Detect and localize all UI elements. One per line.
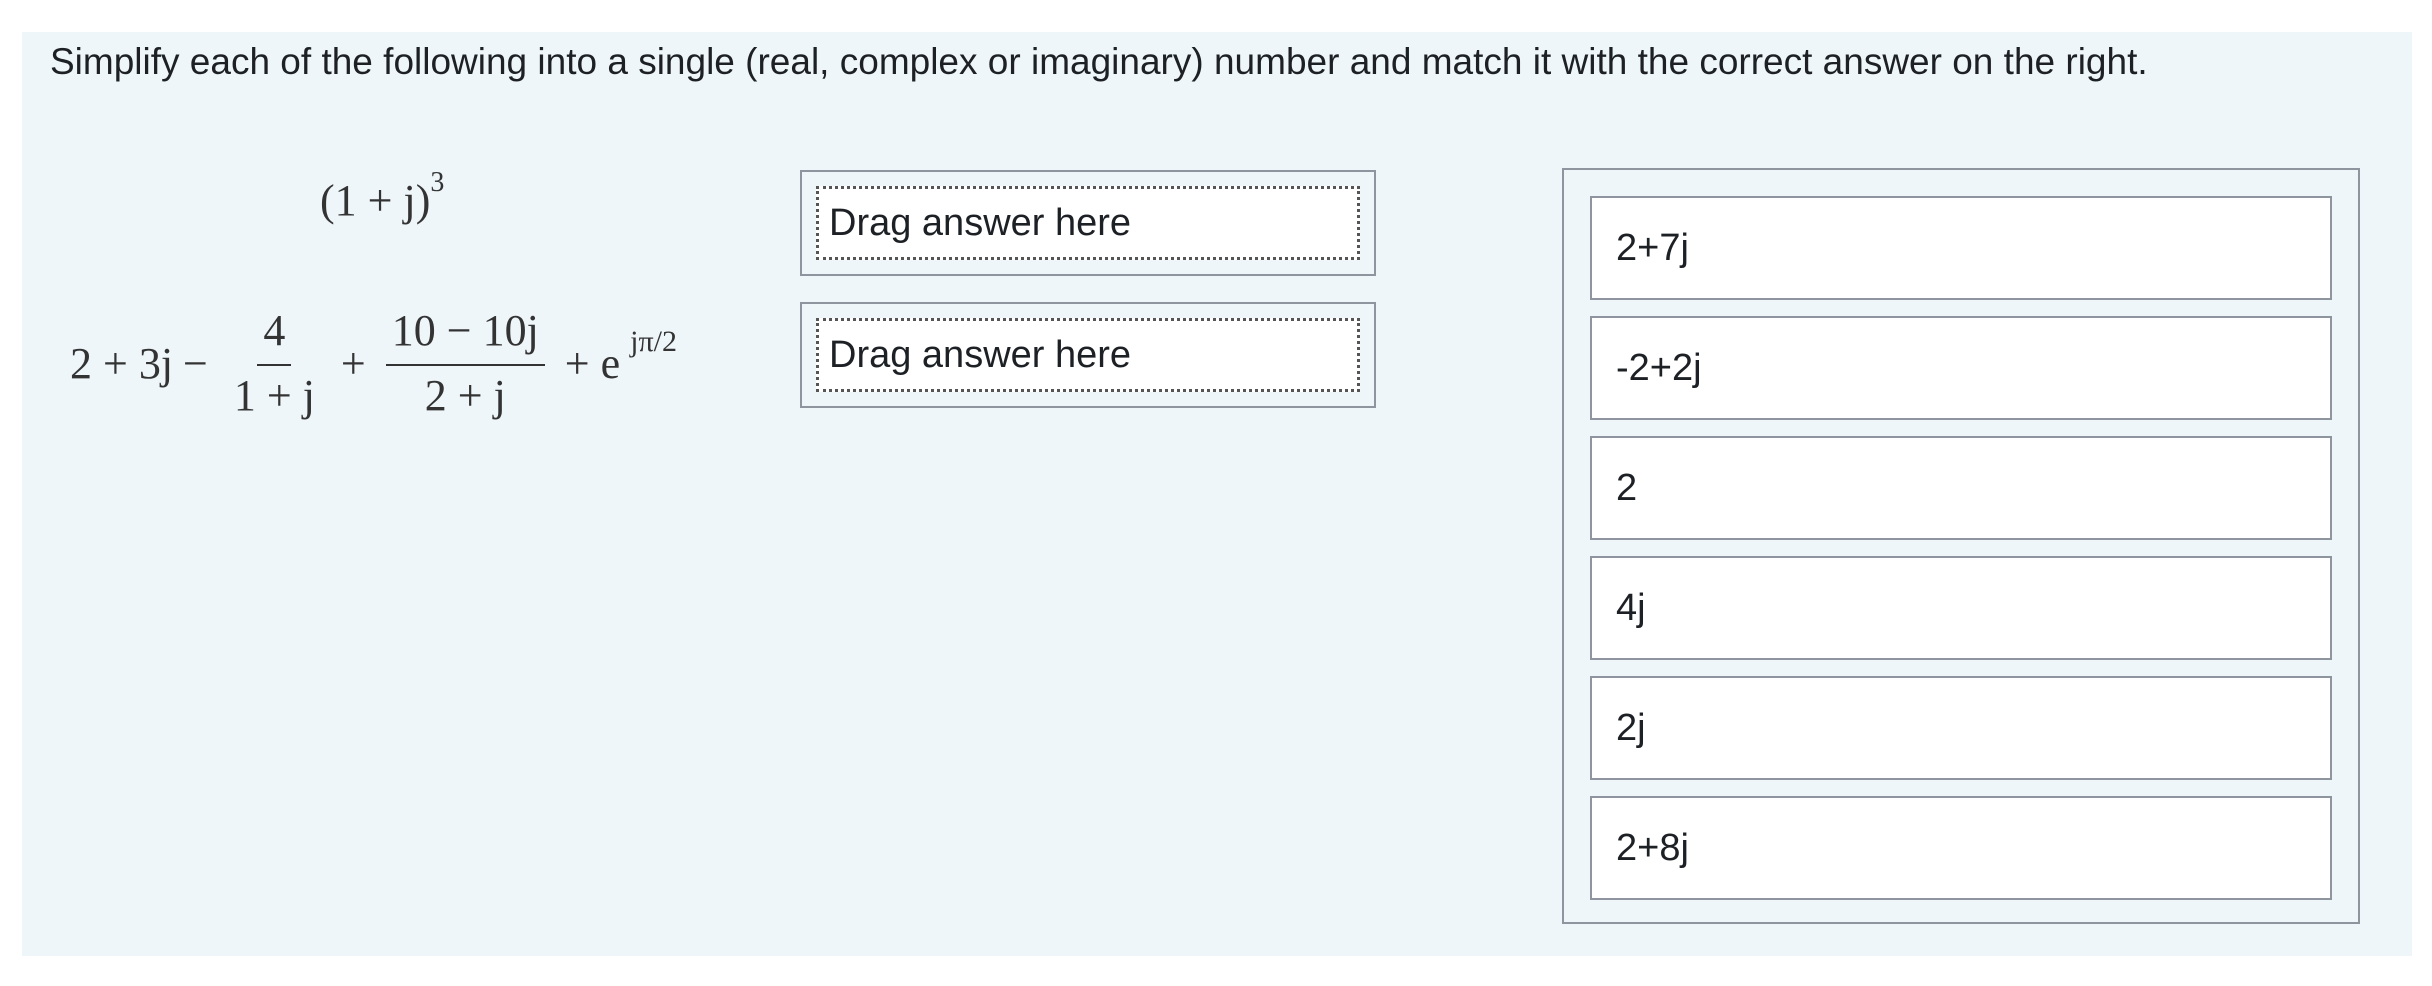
- answer-option[interactable]: 2j: [1590, 676, 2332, 780]
- expression-2-lead: 2 + 3j: [70, 339, 174, 389]
- expression-2-exp-superscript: jπ/2: [630, 324, 677, 358]
- fraction-2-numerator: 10 − 10j: [385, 305, 545, 366]
- answer-option[interactable]: 2+7j: [1590, 196, 2332, 300]
- fraction-1: 4 1 + j: [228, 305, 321, 423]
- dropzone-1-placeholder[interactable]: Drag answer here: [816, 186, 1360, 260]
- expression-2-plus: +: [340, 339, 366, 389]
- fraction-1-numerator: 4: [257, 305, 292, 366]
- fraction-1-denominator: 1 + j: [233, 370, 315, 420]
- answer-option[interactable]: -2+2j: [1590, 316, 2332, 420]
- question-instruction: Simplify each of the following into a si…: [50, 41, 2148, 82]
- answer-pool: 2+7j -2+2j 2 4j 2j 2+8j: [1562, 168, 2360, 924]
- dropzone-2-placeholder[interactable]: Drag answer here: [816, 318, 1360, 392]
- answer-option[interactable]: 2: [1590, 436, 2332, 540]
- expression-1: (1 + j)3: [320, 167, 444, 226]
- expression-1-exponent: 3: [430, 167, 445, 199]
- expression-2-exp-base: + e: [564, 339, 621, 389]
- dropzone-2[interactable]: Drag answer here: [800, 302, 1376, 408]
- dropzone-1[interactable]: Drag answer here: [800, 170, 1376, 276]
- fraction-2: 10 − 10j 2 + j: [385, 305, 545, 423]
- answer-option[interactable]: 2+8j: [1590, 796, 2332, 900]
- expression-2-minus: −: [183, 339, 208, 389]
- fraction-2-denominator: 2 + j: [424, 370, 506, 420]
- answer-option[interactable]: 4j: [1590, 556, 2332, 660]
- expression-1-base: (1 + j): [320, 176, 431, 225]
- expression-2: 2 + 3j − 4 1 + j + 10 − 10j 2 + j + e jπ/…: [70, 305, 677, 423]
